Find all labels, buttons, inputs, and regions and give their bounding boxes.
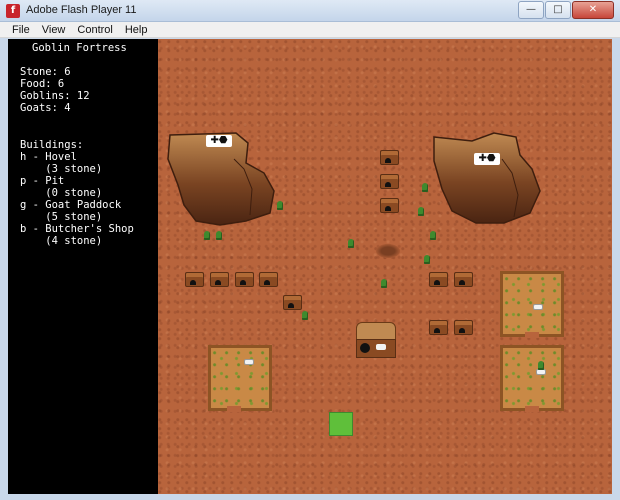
goblin-sprite[interactable] <box>381 279 387 288</box>
minimize-button[interactable]: — <box>518 1 544 19</box>
building-butcher-cost: (4 stone) <box>20 235 103 247</box>
pit-sprite[interactable] <box>376 244 400 258</box>
hovel-sprite[interactable] <box>454 320 473 335</box>
mountain-sprite-right[interactable] <box>432 129 544 229</box>
close-button[interactable]: ✕ <box>572 1 614 19</box>
hovel-sprite[interactable] <box>454 272 473 287</box>
window-frame-bottom <box>0 494 620 500</box>
flash-app-icon: f <box>6 4 20 18</box>
butcher-shop-sprite[interactable] <box>356 322 396 358</box>
hovel-sprite[interactable] <box>210 272 229 287</box>
stat-stone: Stone: 6 <box>20 66 71 78</box>
buildings-header: Buildings: <box>20 139 84 151</box>
hovel-sprite[interactable] <box>185 272 204 287</box>
building-hovel: h - Hovel <box>20 151 77 163</box>
goat-sprite[interactable] <box>533 304 543 310</box>
stat-goblins: Goblins: 12 <box>20 90 90 102</box>
goblin-sprite[interactable] <box>277 201 283 210</box>
goblin-sprite[interactable] <box>538 361 544 370</box>
goblin-sprite[interactable] <box>216 231 222 240</box>
stone-deposit-icon: ✚⬣ <box>206 135 232 147</box>
goblin-sprite[interactable] <box>424 255 430 264</box>
info-panel: Goblin Fortress Stone: 6 Food: 6 Goblins… <box>8 39 158 494</box>
window-controls: — □ ✕ <box>517 1 614 19</box>
hovel-sprite[interactable] <box>380 150 399 165</box>
menu-file[interactable]: File <box>0 22 36 38</box>
goblin-sprite[interactable] <box>348 239 354 248</box>
building-pit: p - Pit <box>20 175 65 187</box>
building-pit-cost: (0 stone) <box>20 187 103 199</box>
goat-sprite[interactable] <box>244 359 254 365</box>
game-map[interactable]: ✚⬣ ✚⬣ <box>158 39 612 494</box>
building-butcher: b - Butcher's Shop <box>20 223 134 235</box>
title-bar[interactable]: f Adobe Flash Player 11 — □ ✕ <box>0 0 620 22</box>
hovel-sprite[interactable] <box>259 272 278 287</box>
paddock-sprite[interactable] <box>208 345 272 412</box>
building-hovel-cost: (3 stone) <box>20 163 103 175</box>
window-title: Adobe Flash Player 11 <box>26 4 137 16</box>
building-paddock: g - Goat Paddock <box>20 199 122 211</box>
hovel-sprite[interactable] <box>429 320 448 335</box>
hovel-sprite[interactable] <box>429 272 448 287</box>
game-stage[interactable]: Goblin Fortress Stone: 6 Food: 6 Goblins… <box>8 39 612 494</box>
paddock-sprite[interactable] <box>500 271 564 338</box>
menu-view[interactable]: View <box>36 22 72 38</box>
menu-bar: File View Control Help <box>0 22 620 38</box>
maximize-button[interactable]: □ <box>545 1 571 19</box>
placement-cursor[interactable] <box>329 412 353 436</box>
goblin-sprite[interactable] <box>430 231 436 240</box>
hovel-sprite[interactable] <box>283 295 302 310</box>
hovel-sprite[interactable] <box>380 198 399 213</box>
paddock-sprite[interactable] <box>500 345 564 412</box>
goblin-sprite[interactable] <box>204 231 210 240</box>
hovel-sprite[interactable] <box>380 174 399 189</box>
stat-goats: Goats: 4 <box>20 102 71 114</box>
goblin-sprite[interactable] <box>418 207 424 216</box>
stone-deposit-icon: ✚⬣ <box>474 153 500 165</box>
building-paddock-cost: (5 stone) <box>20 211 103 223</box>
menu-control[interactable]: Control <box>71 22 118 38</box>
menu-help[interactable]: Help <box>119 22 154 38</box>
stat-food: Food: 6 <box>20 78 65 90</box>
goblin-sprite[interactable] <box>422 183 428 192</box>
goblin-sprite[interactable] <box>302 311 308 320</box>
hovel-sprite[interactable] <box>235 272 254 287</box>
game-title: Goblin Fortress <box>32 42 127 54</box>
